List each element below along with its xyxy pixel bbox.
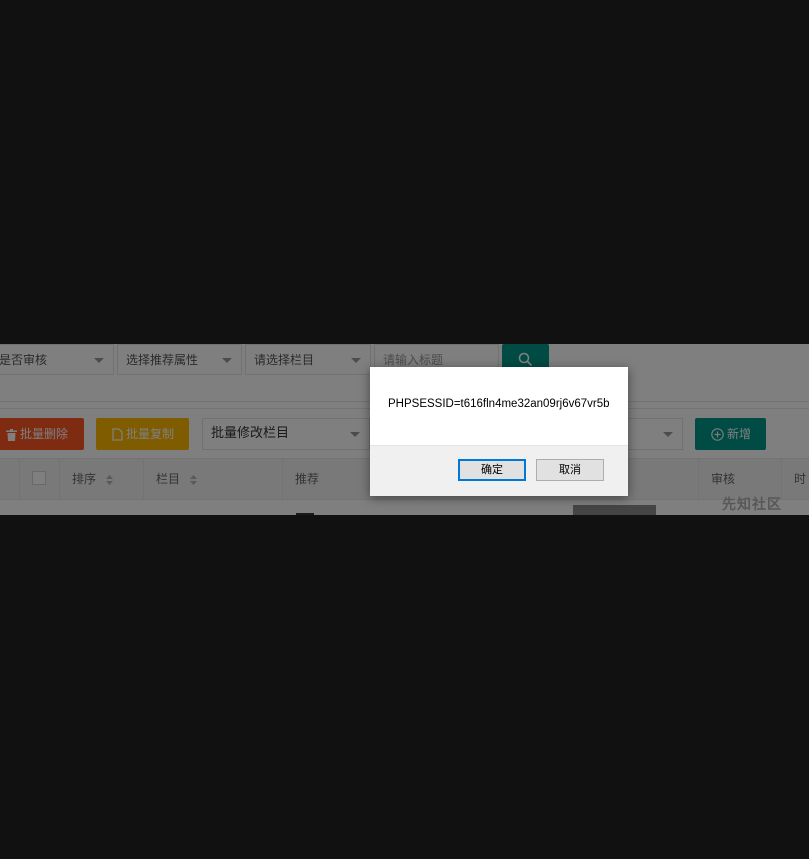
alert-footer: 确定 取消 — [370, 445, 628, 496]
cancel-button[interactable]: 取消 — [536, 459, 604, 481]
alert-message: PHPSESSID=t616fln4me32an09rj6v67vr5b — [388, 398, 610, 410]
ok-button[interactable]: 确定 — [458, 459, 526, 481]
alert-dialog: PHPSESSID=t616fln4me32an09rj6v67vr5b 确定 … — [370, 367, 628, 496]
